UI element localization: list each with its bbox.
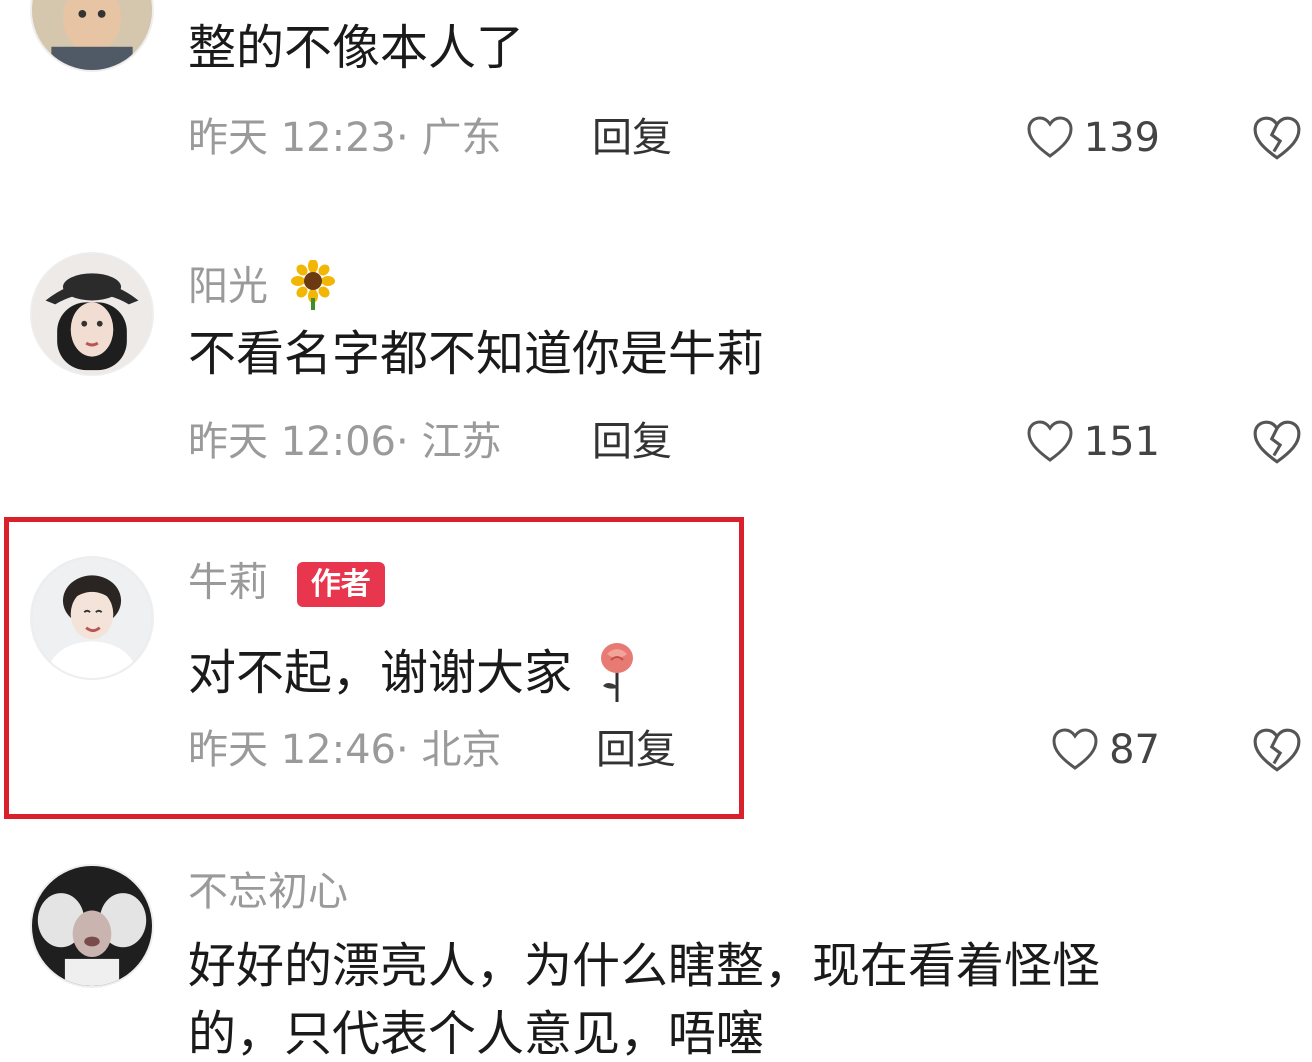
- comment-text-line2: 的，只代表个人意见，唔噻: [188, 1006, 765, 1062]
- like-count: 139: [1083, 115, 1160, 161]
- avatar[interactable]: [30, 556, 154, 680]
- avatar[interactable]: [30, 252, 154, 376]
- comment-item-author: 牛莉 作者 对不起，谢谢大家 昨天 12:46· 北京 回复 87: [0, 536, 1312, 826]
- comment-meta: 昨天 12:06· 江苏: [188, 422, 501, 462]
- reply-button[interactable]: 回复: [592, 422, 672, 462]
- comment-item: 不忘初心 好好的漂亮人，为什么瞎整，现在看着怪怪 的，只代表个人意见，唔噻: [0, 850, 1312, 1058]
- broken-heart-icon: [1253, 116, 1301, 160]
- broken-heart-icon: [1253, 420, 1301, 464]
- comment-meta: 昨天 12:23· 广东: [188, 118, 501, 158]
- comment-location: 北京: [421, 727, 502, 773]
- comment-item: 整的不像本人了 昨天 12:23· 广东 回复 139: [0, 0, 1312, 230]
- comment-item: 阳光 不看名字都不知道你是牛莉 昨天 12:06· 江苏 回复 151: [0, 230, 1312, 510]
- meta-separator: ·: [396, 419, 422, 465]
- comment-text: 对不起，谢谢大家: [188, 640, 639, 712]
- comment-text: 整的不像本人了: [188, 20, 525, 76]
- username[interactable]: 阳光: [188, 259, 337, 317]
- reply-button[interactable]: 回复: [592, 118, 672, 158]
- comment-location: 江苏: [421, 419, 502, 465]
- rose-icon: [595, 640, 639, 712]
- comment-meta: 昨天 12:46· 北京: [188, 730, 501, 770]
- avatar[interactable]: [30, 0, 154, 72]
- sunflower-icon: [289, 259, 337, 317]
- username-text: 牛莉: [188, 559, 268, 606]
- author-badge: 作者: [296, 562, 385, 607]
- like-button[interactable]: 139: [1026, 116, 1160, 160]
- heart-icon: [1027, 116, 1073, 158]
- username[interactable]: 牛莉 作者: [188, 562, 385, 607]
- comment-text-body: 对不起，谢谢大家: [188, 645, 573, 701]
- dislike-button[interactable]: [1252, 116, 1302, 162]
- heart-icon: [1052, 728, 1098, 770]
- username[interactable]: 不忘初心: [188, 872, 348, 912]
- broken-heart-icon: [1253, 728, 1301, 772]
- username-text: 阳光: [188, 263, 268, 310]
- meta-separator: ·: [396, 727, 422, 773]
- meta-separator: ·: [396, 115, 422, 161]
- like-button[interactable]: 151: [1026, 420, 1160, 464]
- comment-location: 广东: [421, 115, 502, 161]
- like-count: 151: [1083, 419, 1160, 465]
- comment-text: 不看名字都不知道你是牛莉: [188, 326, 765, 382]
- username-text: 不忘初心: [188, 869, 348, 915]
- dislike-button[interactable]: [1252, 728, 1302, 774]
- reply-button[interactable]: 回复: [596, 730, 676, 770]
- like-button[interactable]: 87: [1051, 728, 1160, 772]
- like-count: 87: [1109, 727, 1160, 773]
- avatar[interactable]: [30, 864, 154, 988]
- comment-text: 好好的漂亮人，为什么瞎整，现在看着怪怪: [188, 938, 1101, 994]
- dislike-button[interactable]: [1252, 420, 1302, 466]
- comment-time: 昨天 12:06: [188, 419, 396, 465]
- comment-time: 昨天 12:46: [188, 727, 396, 773]
- heart-icon: [1027, 420, 1073, 462]
- comment-time: 昨天 12:23: [188, 115, 396, 161]
